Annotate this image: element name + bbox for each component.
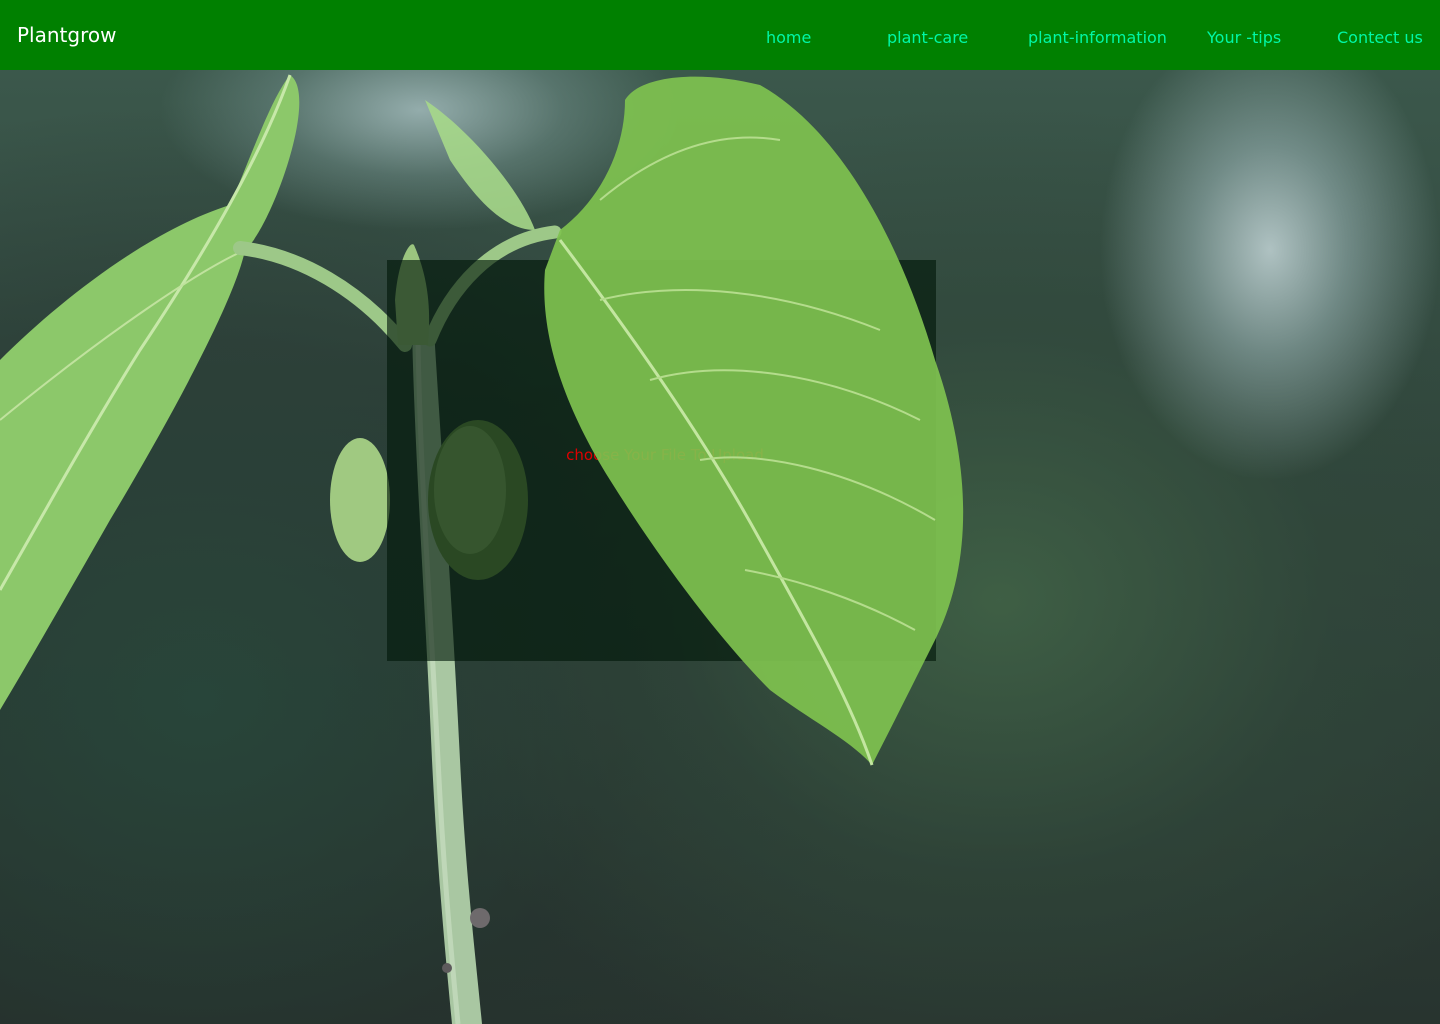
nav-link-home[interactable]: home	[766, 26, 811, 50]
nav-links: home plant-care plant-information Your -…	[0, 26, 1440, 50]
nav-link-plant-care[interactable]: plant-care	[887, 26, 968, 50]
file-upload-dropzone[interactable]: choose Your File To Upload	[387, 260, 936, 661]
nav-link-plant-information[interactable]: plant-information	[1028, 26, 1167, 50]
page: Plantgrow home plant-care plant-informat…	[0, 0, 1440, 1024]
top-navbar: Plantgrow home plant-care plant-informat…	[0, 0, 1440, 70]
nav-link-contact-us[interactable]: Contect us	[1337, 26, 1423, 50]
nav-link-your-tips[interactable]: Your -tips	[1207, 26, 1281, 50]
upload-label: choose Your File To Upload	[566, 446, 764, 464]
